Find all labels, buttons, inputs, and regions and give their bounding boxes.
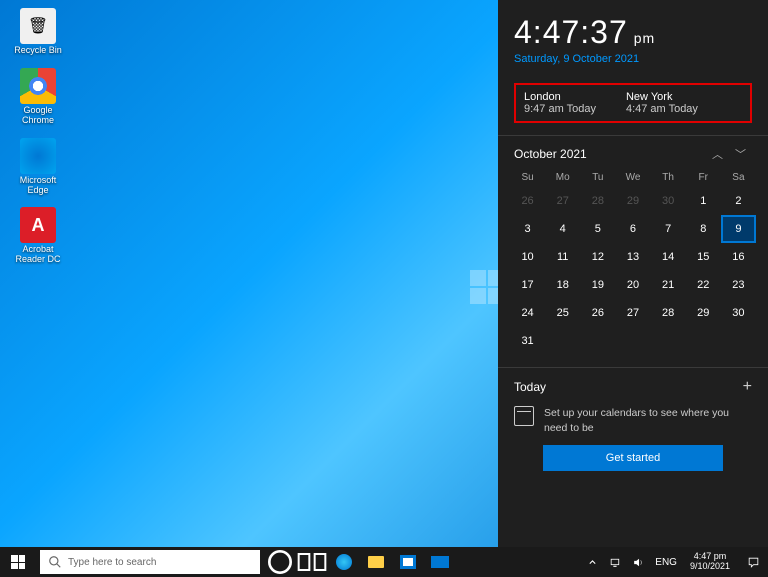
calendar-day[interactable]: 23	[721, 271, 756, 299]
taskbar-app-edge[interactable]	[328, 547, 360, 577]
icon-label: MicrosoftEdge	[20, 176, 57, 196]
extra-clock: New York4:47 am Today	[626, 91, 698, 115]
calendar-day[interactable]: 5	[580, 215, 615, 243]
dow-label: Su	[510, 168, 545, 187]
calendar-day[interactable]: 11	[545, 243, 580, 271]
calendar-icon	[514, 406, 534, 426]
clock-date-link[interactable]: Saturday, 9 October 2021	[514, 53, 752, 65]
edge-icon	[20, 138, 56, 174]
dow-label: Tu	[580, 168, 615, 187]
taskbar-app-explorer[interactable]	[360, 547, 392, 577]
calendar-next-icon[interactable]: ﹀	[729, 146, 752, 162]
calendar-day[interactable]: 29	[615, 187, 650, 215]
desktop-icon-recycle[interactable]: 🗑 Recycle Bin	[8, 8, 68, 56]
desktop-icon-edge[interactable]: MicrosoftEdge	[8, 138, 68, 196]
desktop[interactable]: 🗑 Recycle Bin GoogleChrome MicrosoftEdge AAc…	[0, 0, 768, 547]
clock-time: 4:47:37pm	[514, 14, 752, 51]
search-placeholder: Type here to search	[68, 557, 156, 568]
calendar-day[interactable]	[545, 327, 580, 355]
taskbar: Type here to search ENG 4:47 pm9/10/2021…	[0, 547, 768, 577]
calendar-flyout: 4:47:37pm Saturday, 9 October 2021 Londo…	[498, 0, 768, 547]
calendar-day[interactable]: 16	[721, 243, 756, 271]
tray-language[interactable]: ENG	[650, 547, 682, 577]
acrobat-icon: A	[20, 207, 56, 243]
extra-clock: London9:47 am Today	[524, 91, 596, 115]
desktop-icon-acrobat[interactable]: AAcrobatReader DC	[8, 207, 68, 265]
start-button[interactable]	[0, 547, 36, 577]
calendar-day[interactable]: 24	[510, 299, 545, 327]
calendar-day[interactable]	[686, 327, 721, 355]
calendar-day[interactable]: 22	[686, 271, 721, 299]
dow-label: We	[615, 168, 650, 187]
desktop-icon-chrome[interactable]: GoogleChrome	[8, 68, 68, 126]
calendar-day[interactable]: 20	[615, 271, 650, 299]
tray-overflow-icon[interactable]	[581, 547, 604, 577]
calendar-day[interactable]: 8	[686, 215, 721, 243]
calendar-day[interactable]: 26	[510, 187, 545, 215]
dow-label: Mo	[545, 168, 580, 187]
calendar-day[interactable]: 4	[545, 215, 580, 243]
calendar-day[interactable]: 15	[686, 243, 721, 271]
calendar-month-label[interactable]: October 2021	[514, 147, 706, 161]
calendar-day[interactable]: 18	[545, 271, 580, 299]
agenda-title: Today	[514, 380, 743, 394]
calendar-day[interactable]: 19	[580, 271, 615, 299]
calendar-day[interactable]: 9	[721, 215, 756, 243]
calendar-day[interactable]: 30	[721, 299, 756, 327]
search-box[interactable]: Type here to search	[40, 550, 260, 574]
calendar-day[interactable]: 28	[580, 187, 615, 215]
icon-label: Recycle Bin	[14, 46, 62, 56]
calendar-day[interactable]: 7	[651, 215, 686, 243]
calendar-day[interactable]: 14	[651, 243, 686, 271]
action-center-button[interactable]: 1 new notification	[738, 547, 768, 577]
calendar-day[interactable]: 29	[686, 299, 721, 327]
icon-label: GoogleChrome	[22, 106, 54, 126]
calendar-day[interactable]: 21	[651, 271, 686, 299]
calendar-day[interactable]: 30	[651, 187, 686, 215]
calendar-prev-icon[interactable]: ︿	[706, 146, 729, 162]
agenda-message: Set up your calendars to see where you n…	[544, 406, 752, 435]
calendar-day[interactable]: 26	[580, 299, 615, 327]
calendar-day[interactable]: 27	[615, 299, 650, 327]
icon-label: AcrobatReader DC	[15, 245, 60, 265]
task-view-button[interactable]	[296, 547, 328, 577]
dow-label: Sa	[721, 168, 756, 187]
calendar-day[interactable]: 3	[510, 215, 545, 243]
calendar-day[interactable]: 31	[510, 327, 545, 355]
cortana-button[interactable]	[264, 547, 296, 577]
calendar-day[interactable]: 10	[510, 243, 545, 271]
dow-label: Fr	[686, 168, 721, 187]
calendar-day[interactable]: 17	[510, 271, 545, 299]
calendar-day[interactable]: 25	[545, 299, 580, 327]
tray-volume-icon[interactable]	[627, 547, 650, 577]
calendar-day[interactable]: 12	[580, 243, 615, 271]
taskbar-app-mail[interactable]	[424, 547, 456, 577]
calendar-day[interactable]: 27	[545, 187, 580, 215]
calendar-day[interactable]: 6	[615, 215, 650, 243]
calendar-day[interactable]	[580, 327, 615, 355]
calendar-day[interactable]: 28	[651, 299, 686, 327]
calendar-day[interactable]: 2	[721, 187, 756, 215]
recycle-icon: 🗑	[20, 8, 56, 44]
chrome-icon	[20, 68, 56, 104]
calendar-day[interactable]	[615, 327, 650, 355]
calendar-day[interactable]: 1	[686, 187, 721, 215]
calendar-day[interactable]	[721, 327, 756, 355]
get-started-button[interactable]: Get started	[543, 445, 723, 471]
tray-clock[interactable]: 4:47 pm9/10/2021	[682, 552, 738, 572]
additional-clocks: London9:47 am Today New York4:47 am Today	[514, 83, 752, 123]
dow-label: Th	[651, 168, 686, 187]
search-icon	[48, 555, 62, 569]
taskbar-app-store[interactable]	[392, 547, 424, 577]
calendar-day[interactable]	[651, 327, 686, 355]
tray-network-icon[interactable]	[604, 547, 627, 577]
add-event-icon[interactable]: +	[743, 378, 752, 396]
calendar-day[interactable]: 13	[615, 243, 650, 271]
